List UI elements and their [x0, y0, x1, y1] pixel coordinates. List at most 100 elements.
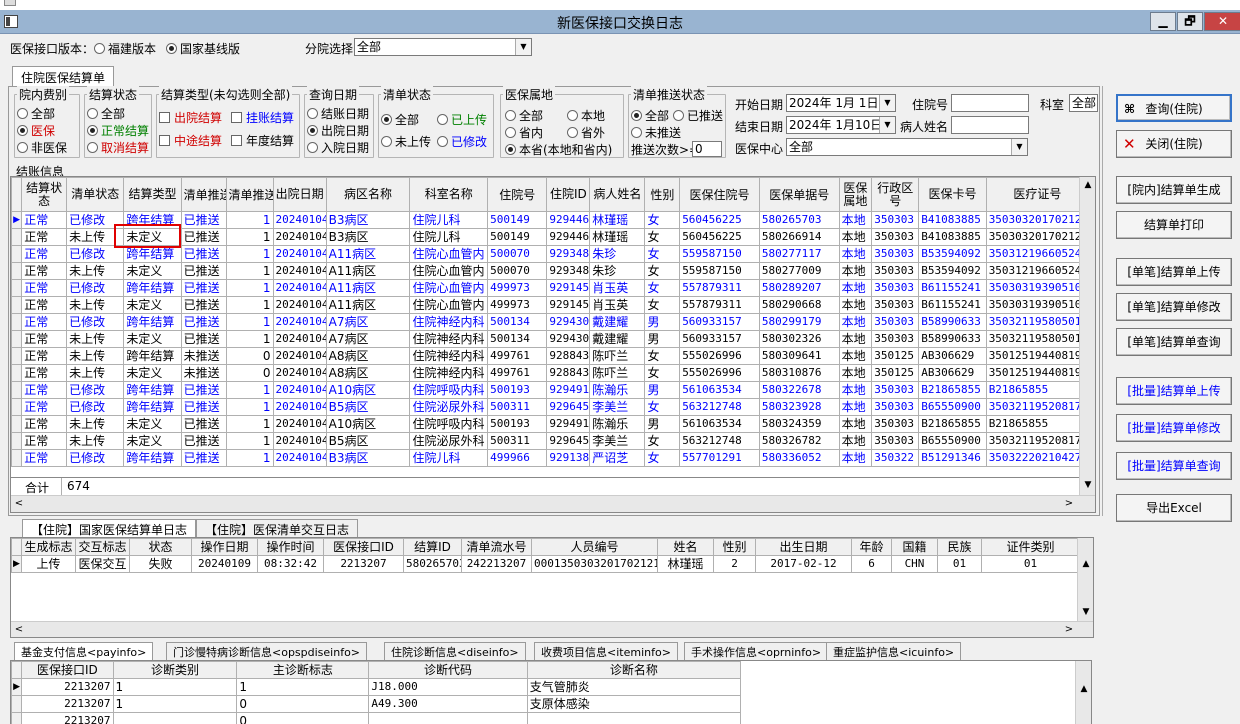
scroll-left-icon[interactable]: <: [11, 622, 27, 637]
batch-modify-button[interactable]: [批量]结算单修改: [1116, 414, 1232, 442]
table-cell[interactable]: 未定义: [123, 262, 182, 280]
diagnosis-vscroll[interactable]: ▲: [1075, 661, 1091, 724]
table-cell[interactable]: 本地: [838, 296, 873, 314]
table-cell[interactable]: 2: [713, 555, 756, 573]
table-cell[interactable]: 严诏芝: [589, 449, 646, 467]
table-cell[interactable]: 20240104: [272, 347, 327, 365]
table-cell[interactable]: 正常: [21, 364, 68, 382]
table-cell[interactable]: 20240104: [272, 364, 327, 382]
table-cell[interactable]: 350321195805013600: [985, 330, 1090, 348]
table-cell[interactable]: [112, 712, 238, 724]
table-row[interactable]: 正常 未上传 未定义 已推送 1 20240104 A10病区 住院呼吸内科 500193 929…: [11, 415, 1090, 433]
table-cell[interactable]: 350303: [871, 313, 920, 331]
end-date-picker[interactable]: 2024年 1月10日 ▼: [786, 116, 896, 134]
column-header[interactable]: 诊断类别: [112, 661, 238, 679]
table-cell[interactable]: 肖玉英: [589, 296, 646, 314]
table-cell[interactable]: 500311: [487, 398, 548, 416]
table-cell[interactable]: 已推送: [180, 381, 227, 399]
table-cell[interactable]: 1: [225, 262, 274, 280]
table-cell[interactable]: 本地: [838, 347, 873, 365]
table-cell[interactable]: 350303: [871, 398, 920, 416]
table-cell[interactable]: A7病区: [325, 330, 411, 348]
table-cell[interactable]: [368, 712, 528, 724]
table-row[interactable]: 正常 已修改 跨年结算 已推送 1 20240104 A11病区 住院心血管内 499973 92…: [11, 279, 1090, 297]
table-cell[interactable]: 500134: [487, 330, 548, 348]
table-cell[interactable]: 女: [644, 398, 681, 416]
table-cell[interactable]: 350322: [871, 449, 920, 467]
table-cell[interactable]: B53594092: [918, 262, 987, 280]
column-header[interactable]: 姓名: [657, 538, 714, 556]
table-cell[interactable]: 20240104: [272, 449, 327, 467]
table-cell[interactable]: 正常: [21, 449, 68, 467]
table-cell[interactable]: 女: [644, 432, 681, 450]
version-fujian[interactable]: 福建版本: [94, 40, 156, 57]
region-select[interactable]: 全部 ▼: [354, 38, 532, 56]
table-cell[interactable]: 580265703: [403, 555, 462, 573]
table-cell[interactable]: 男: [644, 415, 681, 433]
table-row[interactable]: 正常 已修改 跨年结算 已推送 1 20240104 B5病区 住院泌尿外科 500311 929…: [11, 398, 1090, 416]
table-cell[interactable]: 1: [225, 279, 274, 297]
table-cell[interactable]: 350303: [871, 330, 920, 348]
table-cell[interactable]: 350303: [871, 245, 920, 263]
table-cell[interactable]: 已修改: [66, 279, 125, 297]
table-cell[interactable]: 350125194408191200: [985, 347, 1090, 365]
column-header[interactable]: 主诊断标志: [236, 661, 370, 679]
settle-normal[interactable]: 正常结算: [87, 122, 149, 139]
patient-name-input[interactable]: [951, 116, 1029, 134]
start-date-picker[interactable]: 2024年 1月 1日 ▼: [786, 94, 896, 112]
table-cell[interactable]: 已推送: [180, 432, 227, 450]
table-cell[interactable]: 499761: [487, 364, 548, 382]
scroll-down-icon[interactable]: ▼: [1078, 604, 1093, 620]
table-cell[interactable]: 住院儿科: [409, 449, 489, 467]
single-query-button[interactable]: [单笔]结算单查询: [1116, 328, 1232, 356]
table-cell[interactable]: 住院神经内科: [409, 330, 489, 348]
table-cell[interactable]: 1: [236, 678, 370, 696]
table-cell[interactable]: 580266914: [758, 228, 840, 246]
table-cell[interactable]: 20240104: [272, 228, 327, 246]
table-cell[interactable]: 住院神经内科: [409, 313, 489, 331]
table-cell[interactable]: 女: [644, 347, 681, 365]
table-cell[interactable]: 男: [644, 313, 681, 331]
table-cell[interactable]: B21865855: [985, 381, 1090, 399]
table-cell[interactable]: 住院呼吸内科: [409, 415, 489, 433]
table-cell[interactable]: 1: [225, 449, 274, 467]
table-cell[interactable]: 1: [225, 245, 274, 263]
generate-button[interactable]: [院内]结算单生成: [1116, 176, 1232, 204]
table-cell[interactable]: B65550900: [918, 398, 987, 416]
log-row[interactable]: ▶ 上传 医保交互 失败 20240109 08:32:42 2213207 58026570…: [11, 555, 1080, 573]
table-cell[interactable]: 929348: [546, 245, 591, 263]
table-cell[interactable]: B21865855: [985, 415, 1090, 433]
type-annual[interactable]: 年度结算: [231, 132, 294, 149]
table-cell[interactable]: 未上传: [66, 330, 125, 348]
table-cell[interactable]: 560933157: [679, 313, 760, 331]
table-cell[interactable]: 住院心血管内: [409, 296, 489, 314]
table-cell[interactable]: 正常: [21, 313, 68, 331]
table-row[interactable]: 正常 已修改 跨年结算 已推送 1 20240104 A7病区 住院神经内科 500134 929…: [11, 313, 1090, 331]
table-cell[interactable]: 1: [112, 678, 238, 696]
table-cell[interactable]: 已推送: [180, 228, 227, 246]
table-cell[interactable]: 350322202104272500: [985, 449, 1090, 467]
column-header[interactable]: 诊断名称: [526, 661, 742, 679]
table-cell[interactable]: 已推送: [180, 296, 227, 314]
table-cell[interactable]: B21865855: [918, 381, 987, 399]
column-header[interactable]: 结算ID: [403, 538, 462, 556]
table-cell[interactable]: 929138: [546, 449, 591, 467]
table-cell[interactable]: 已修改: [66, 449, 125, 467]
table-cell[interactable]: 499973: [487, 279, 548, 297]
table-cell[interactable]: 0: [236, 712, 370, 724]
column-header[interactable]: 结算状态: [21, 177, 68, 212]
table-cell[interactable]: 本地: [838, 279, 873, 297]
table-cell[interactable]: 500070: [487, 245, 548, 263]
tab-settle-log[interactable]: 【住院】国家医保结算单日志: [22, 519, 197, 537]
table-cell[interactable]: A8病区: [325, 347, 411, 365]
scroll-right-icon[interactable]: >: [1061, 622, 1077, 637]
table-cell[interactable]: 0: [225, 347, 274, 365]
detail-tab[interactable]: 重症监护信息<icuinfo>: [826, 642, 962, 660]
table-cell[interactable]: 本地: [838, 381, 873, 399]
table-cell[interactable]: 正常: [21, 211, 68, 229]
print-button[interactable]: 结算单打印: [1116, 211, 1232, 239]
table-cell[interactable]: 557701291: [679, 449, 760, 467]
inpatient-no-input[interactable]: [951, 94, 1029, 112]
table-cell[interactable]: 女: [644, 279, 681, 297]
table-cell[interactable]: 1: [225, 415, 274, 433]
